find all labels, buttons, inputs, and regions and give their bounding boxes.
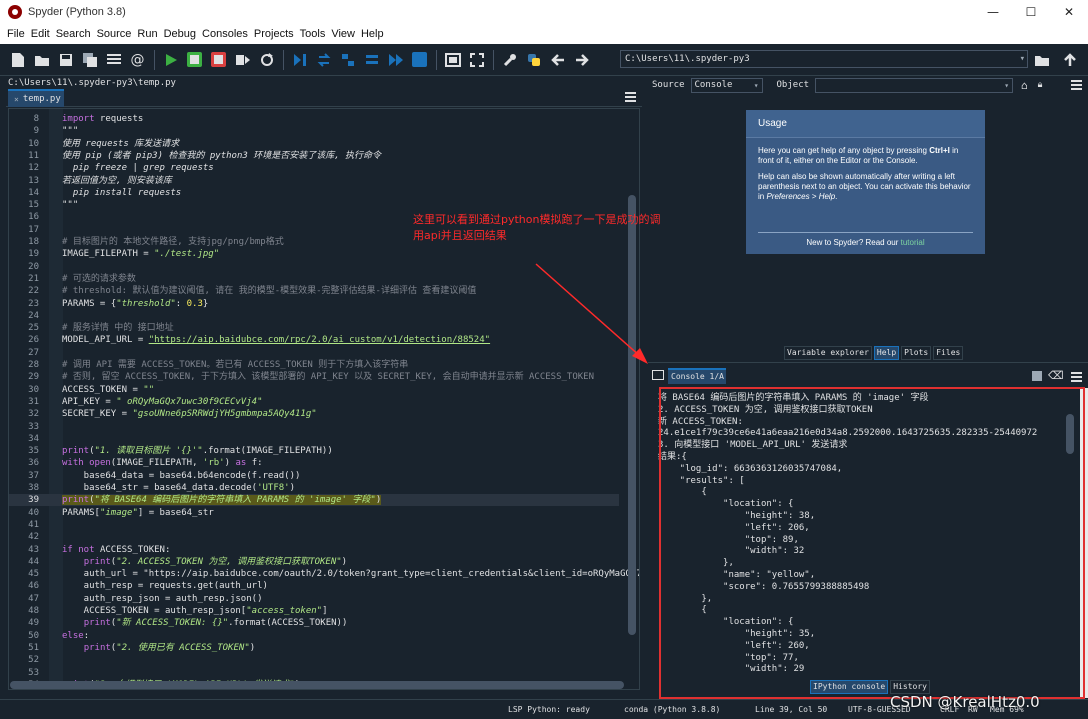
conda-env: conda (Python 3.8.8) (624, 705, 721, 714)
watermark: CSDN @KrealHtz0.0 (890, 693, 1040, 711)
lsp-status: LSP Python: ready (508, 705, 590, 714)
annotation-note: 这里可以看到通过python模拟跑了一下是成功的调用api并且返回结果 (413, 213, 661, 242)
annotation-arrow (535, 263, 648, 364)
cursor-position: Line 39, Col 50 (755, 705, 828, 714)
